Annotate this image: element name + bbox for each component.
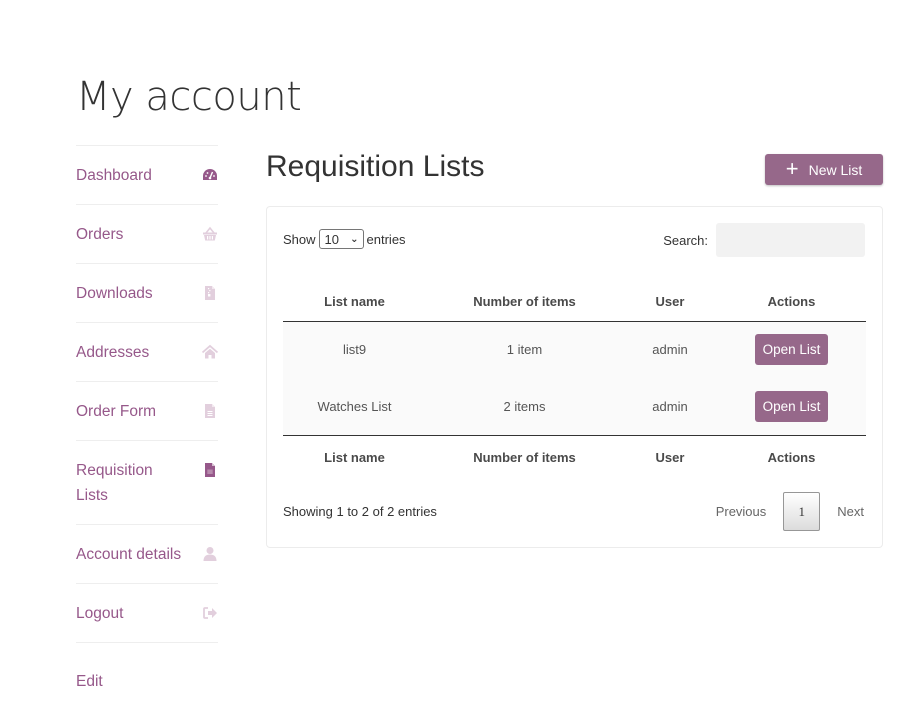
cell-list-name: Watches List	[283, 378, 426, 435]
dashboard-gauge-icon	[202, 167, 218, 183]
sidebar-item-label: Addresses	[76, 344, 150, 361]
table-header-row: List name Number of items User Actions	[283, 283, 866, 322]
sidebar-item-label: Dashboard	[76, 167, 152, 184]
shopping-basket-icon	[202, 226, 218, 242]
column-header-number-of-items[interactable]: Number of items	[426, 283, 623, 322]
cell-actions: Open List	[717, 378, 866, 435]
sign-out-icon	[202, 605, 218, 621]
sidebar-item-logout[interactable]: Logout	[76, 583, 218, 642]
account-navigation: Dashboard Orders Downloads Addresses Ord…	[76, 145, 218, 707]
cell-user: admin	[623, 321, 717, 378]
sidebar-item-label: Account details	[76, 546, 182, 563]
search-input[interactable]	[716, 223, 865, 257]
sidebar-item-label: Order Form	[76, 403, 157, 420]
open-list-button[interactable]: Open List	[754, 334, 829, 366]
table-row: list9 1 item admin Open List	[283, 321, 866, 378]
footer-header-user: User	[623, 434, 717, 479]
entries-per-page-value: 10	[324, 231, 339, 247]
file-text-icon	[202, 403, 218, 419]
plus-icon: +	[785, 155, 799, 181]
home-icon	[202, 344, 218, 360]
sidebar-item-order-form[interactable]: Order Form	[76, 381, 218, 440]
length-prefix: Show	[283, 231, 316, 247]
next-page-button[interactable]: Next	[837, 504, 864, 519]
new-list-label: New List	[808, 161, 863, 178]
file-icon	[202, 462, 218, 478]
section-title: Requisition Lists	[266, 150, 485, 183]
footer-header-list-name: List name	[283, 434, 426, 479]
page-button-current[interactable]: 1	[783, 492, 821, 531]
footer-header-number-of-items: Number of items	[426, 434, 623, 479]
new-list-button[interactable]: + New List	[765, 154, 883, 185]
column-header-list-name[interactable]: List name	[283, 283, 426, 322]
sidebar-item-label: Requisition Lists	[76, 462, 153, 504]
user-icon	[202, 546, 218, 562]
requisition-lists-panel: Show 10 ⌄ entries Search: List name Numb…	[266, 206, 883, 548]
table-footer-row: List name Number of items User Actions	[283, 434, 866, 479]
cell-number-of-items: 1 item	[426, 321, 623, 378]
entries-per-page-select[interactable]: 10 ⌄	[318, 229, 364, 249]
sidebar-item-orders[interactable]: Orders	[76, 204, 218, 263]
cell-number-of-items: 2 items	[426, 378, 623, 435]
sidebar-item-label: Orders	[76, 226, 124, 243]
pagination: Previous 1 Next	[716, 492, 864, 531]
cell-actions: Open List	[717, 321, 866, 378]
page-title: My account	[76, 74, 302, 120]
sidebar-item-edit[interactable]: Edit	[76, 642, 218, 707]
file-archive-icon	[202, 285, 218, 301]
column-header-actions: Actions	[717, 283, 866, 322]
open-list-button[interactable]: Open List	[754, 390, 829, 422]
entries-length-control: Show 10 ⌄ entries	[283, 229, 406, 249]
search-label: Search:	[663, 232, 708, 248]
previous-page-button[interactable]: Previous	[716, 504, 767, 519]
sidebar-item-requisition-lists[interactable]: Requisition Lists	[76, 440, 218, 524]
table-row: Watches List 2 items admin Open List	[283, 378, 866, 435]
sidebar-item-label: Logout	[76, 605, 124, 622]
cell-list-name: list9	[283, 321, 426, 378]
sidebar-item-dashboard[interactable]: Dashboard	[76, 145, 218, 204]
column-header-user[interactable]: User	[623, 283, 717, 322]
length-suffix: entries	[366, 231, 406, 247]
table-info: Showing 1 to 2 of 2 entries	[283, 504, 437, 519]
search-control: Search:	[663, 223, 865, 257]
sidebar-item-label: Edit	[76, 673, 103, 690]
cell-user: admin	[623, 378, 717, 435]
chevron-down-icon: ⌄	[350, 233, 359, 245]
requisition-lists-table: List name Number of items User Actions l…	[283, 283, 866, 479]
sidebar-item-addresses[interactable]: Addresses	[76, 322, 218, 381]
sidebar-item-label: Downloads	[76, 285, 153, 302]
footer-header-actions: Actions	[717, 434, 866, 479]
sidebar-item-account-details[interactable]: Account details	[76, 524, 218, 583]
sidebar-item-downloads[interactable]: Downloads	[76, 263, 218, 322]
